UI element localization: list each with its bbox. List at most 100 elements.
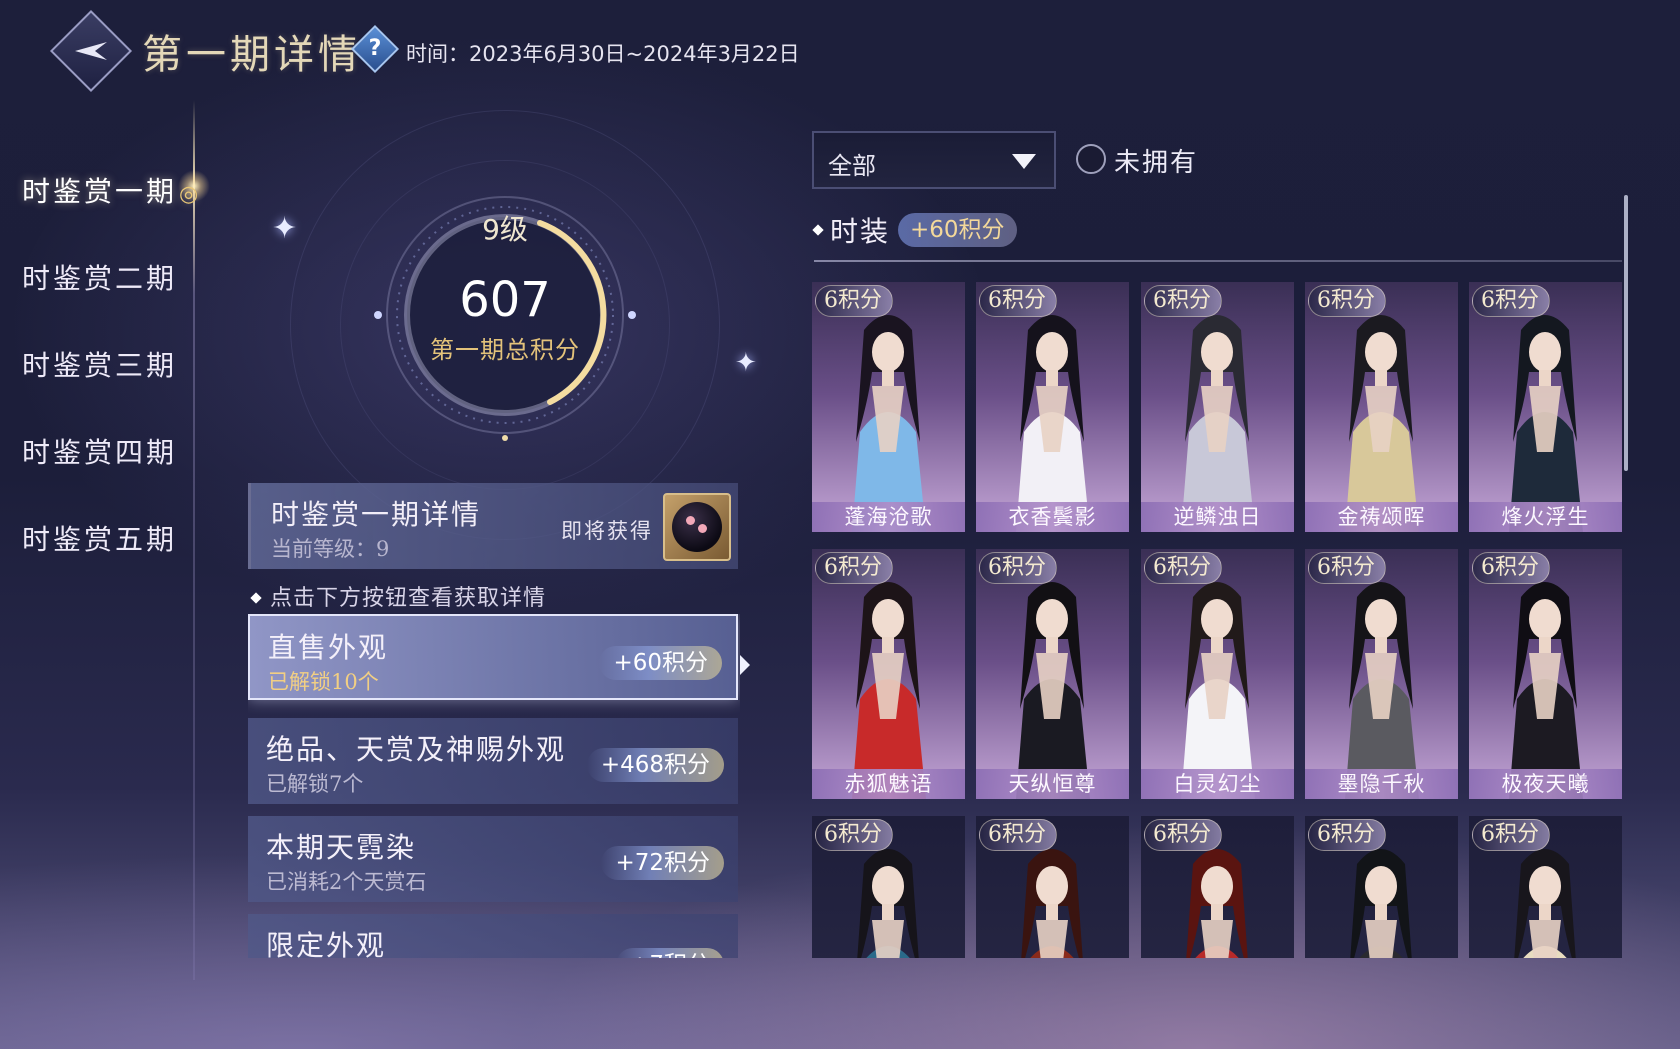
outfit-points-badge: 6积分 xyxy=(1308,285,1386,317)
character-portrait xyxy=(1345,315,1419,532)
back-arrow-icon xyxy=(75,42,107,60)
outfit-name: 烽火浮生 xyxy=(1469,502,1622,532)
not-owned-radio[interactable] xyxy=(1076,144,1106,174)
outfit-points-badge: 6积分 xyxy=(979,552,1057,584)
outfit-card[interactable]: 6积分烽火浮生 xyxy=(1469,282,1622,532)
nav-divider xyxy=(193,100,195,980)
section-header: 时装 +60积分 xyxy=(812,210,1017,250)
character-portrait xyxy=(1509,582,1583,799)
outfit-card[interactable]: 6积分 xyxy=(1305,816,1458,958)
outfit-card[interactable]: 6积分 xyxy=(812,816,965,958)
character-portrait xyxy=(1181,582,1255,799)
filter-dropdown[interactable]: 全部 xyxy=(812,131,1056,189)
category-sub: 已消耗2个天赏石 xyxy=(266,870,427,894)
category-title: 本期天霓染 xyxy=(266,831,417,864)
outfit-name: 蓬海沧歌 xyxy=(812,502,965,532)
outfit-points-badge: 6积分 xyxy=(979,285,1057,317)
outfit-points-badge: 6积分 xyxy=(1144,285,1222,317)
outfit-card[interactable]: 6积分 xyxy=(976,816,1129,958)
nav-item-period-4[interactable]: 时鉴赏四期 xyxy=(22,431,177,471)
outfit-card[interactable]: 6积分 衣香鬓影 xyxy=(976,282,1129,532)
not-owned-label[interactable]: 未拥有 xyxy=(1114,142,1198,179)
score-ring: 9级 607 第一期总积分 xyxy=(370,190,640,460)
nav-item-period-5[interactable]: 时鉴赏五期 xyxy=(22,518,177,558)
outfit-name: 赤狐魅语 xyxy=(812,769,965,799)
level-label: 9级 xyxy=(482,213,528,246)
outfit-name: 极夜天曦 xyxy=(1469,769,1622,799)
nav-item-period-3[interactable]: 时鉴赏三期 xyxy=(22,344,177,384)
current-level: 当前等级：9 xyxy=(271,537,390,561)
category-title: 直售外观 xyxy=(268,631,389,664)
outfit-points-badge: 6积分 xyxy=(815,285,893,317)
outfit-card[interactable]: 6积分墨隐千秋 xyxy=(1305,549,1458,799)
category-direct-sale[interactable]: 直售外观 已解锁10个 +60积分 xyxy=(248,614,738,700)
period-detail-card[interactable]: 时鉴赏一期详情 当前等级：9 即将获得 xyxy=(248,483,738,569)
sparkle-icon: ✦ xyxy=(272,211,298,246)
outfit-name: 墨隐千秋 xyxy=(1305,769,1458,799)
character-portrait xyxy=(1509,315,1583,532)
category-points: +72积分 xyxy=(601,846,724,880)
coming-soon-label: 即将获得 xyxy=(561,519,653,543)
section-points: +60积分 xyxy=(898,213,1017,247)
character-portrait xyxy=(1345,582,1419,799)
nav-item-period-2[interactable]: 时鉴赏二期 xyxy=(22,257,177,297)
outfit-name: 逆鳞浊日 xyxy=(1141,502,1294,532)
dropdown-value: 全部 xyxy=(828,152,876,180)
outfit-points-badge: 6积分 xyxy=(1308,552,1386,584)
category-premium[interactable]: 绝品、天赏及神赐外观 已解锁7个 +468积分 xyxy=(248,718,738,804)
grid-scrollbar[interactable] xyxy=(1624,195,1628,471)
category-sub: 已解锁10个 xyxy=(268,670,379,694)
active-category-arrow-icon xyxy=(740,655,750,675)
outfit-points-badge: 6积分 xyxy=(1472,552,1550,584)
outfit-name: 天纵恒尊 xyxy=(976,769,1129,799)
sparkle-icon: ✦ xyxy=(735,348,757,378)
outfit-card[interactable]: 6积分 xyxy=(1141,816,1294,958)
outfit-points-badge: 6积分 xyxy=(979,819,1057,851)
reward-item-icon[interactable] xyxy=(663,493,731,561)
nav-item-label: 时鉴赏四期 xyxy=(22,436,178,469)
character-portrait xyxy=(1016,315,1090,532)
nav-item-label: 时鉴赏一期 xyxy=(22,175,178,208)
category-list: 直售外观 已解锁10个 +60积分 绝品、天赏及神赐外观 已解锁7个 +468积… xyxy=(248,614,740,958)
outfit-points-badge: 6积分 xyxy=(1144,819,1222,851)
bullet-diamond-icon xyxy=(812,224,824,236)
outfit-card[interactable]: 6积分天纵恒尊 xyxy=(976,549,1129,799)
outfit-points-badge: 6积分 xyxy=(1144,552,1222,584)
question-mark-glyph: ? xyxy=(368,36,382,61)
back-button[interactable] xyxy=(49,9,133,93)
outfit-points-badge: 6积分 xyxy=(815,819,893,851)
chevron-down-icon xyxy=(1012,154,1036,169)
outfit-points-badge: 6积分 xyxy=(1308,819,1386,851)
outfit-card[interactable]: 6积分 xyxy=(1469,816,1622,958)
category-dye[interactable]: 本期天霓染 已消耗2个天赏石 +72积分 xyxy=(248,816,738,902)
score-caption: 第一期总积分 xyxy=(430,336,580,364)
page-title: 第一期详情 xyxy=(142,32,362,78)
category-points: +60积分 xyxy=(599,646,722,680)
outfit-points-badge: 6积分 xyxy=(1472,285,1550,317)
outfit-name: 白灵幻尘 xyxy=(1141,769,1294,799)
section-divider xyxy=(814,260,1622,262)
section-title: 时装 xyxy=(830,215,891,248)
outfit-card[interactable]: 6积分蓬海沧歌 xyxy=(812,282,965,532)
hint-text: 点击下方按钮查看获取详情 xyxy=(250,580,546,612)
outfit-grid: 6积分 蓬海沧歌 6积分 衣香鬓影 6积分 逆鳞浊日 6积分 金祷颂晖 6积分 烽火浮生 6积分 赤狐… xyxy=(812,282,1624,958)
active-swirl-icon: ◎ xyxy=(179,182,202,207)
nav-item-label: 时鉴赏五期 xyxy=(22,523,178,556)
outfit-points-badge: 6积分 xyxy=(815,552,893,584)
category-limited[interactable]: 限定外观 +7积分 xyxy=(248,914,738,958)
character-portrait xyxy=(852,315,926,532)
outfit-card[interactable]: 6积分白灵幻尘 xyxy=(1141,549,1294,799)
character-portrait xyxy=(852,582,926,799)
category-title: 限定外观 xyxy=(266,929,387,958)
nav-item-period-1[interactable]: 时鉴赏一期◎ xyxy=(22,170,201,210)
outfit-card[interactable]: 6积分金祷颂晖 xyxy=(1305,282,1458,532)
total-score: 607 xyxy=(459,272,551,328)
category-points: +468积分 xyxy=(586,748,724,782)
outfit-card[interactable]: 6积分极夜天曦 xyxy=(1469,549,1622,799)
outfit-card[interactable]: 6积分赤狐魅语 xyxy=(812,549,965,799)
nav-item-label: 时鉴赏二期 xyxy=(22,262,178,295)
nav-item-label: 时鉴赏三期 xyxy=(22,349,178,382)
outfit-card[interactable]: 6积分逆鳞浊日 xyxy=(1141,282,1294,532)
outfit-name: 金祷颂晖 xyxy=(1305,502,1458,532)
category-points: +7积分 xyxy=(616,948,724,958)
